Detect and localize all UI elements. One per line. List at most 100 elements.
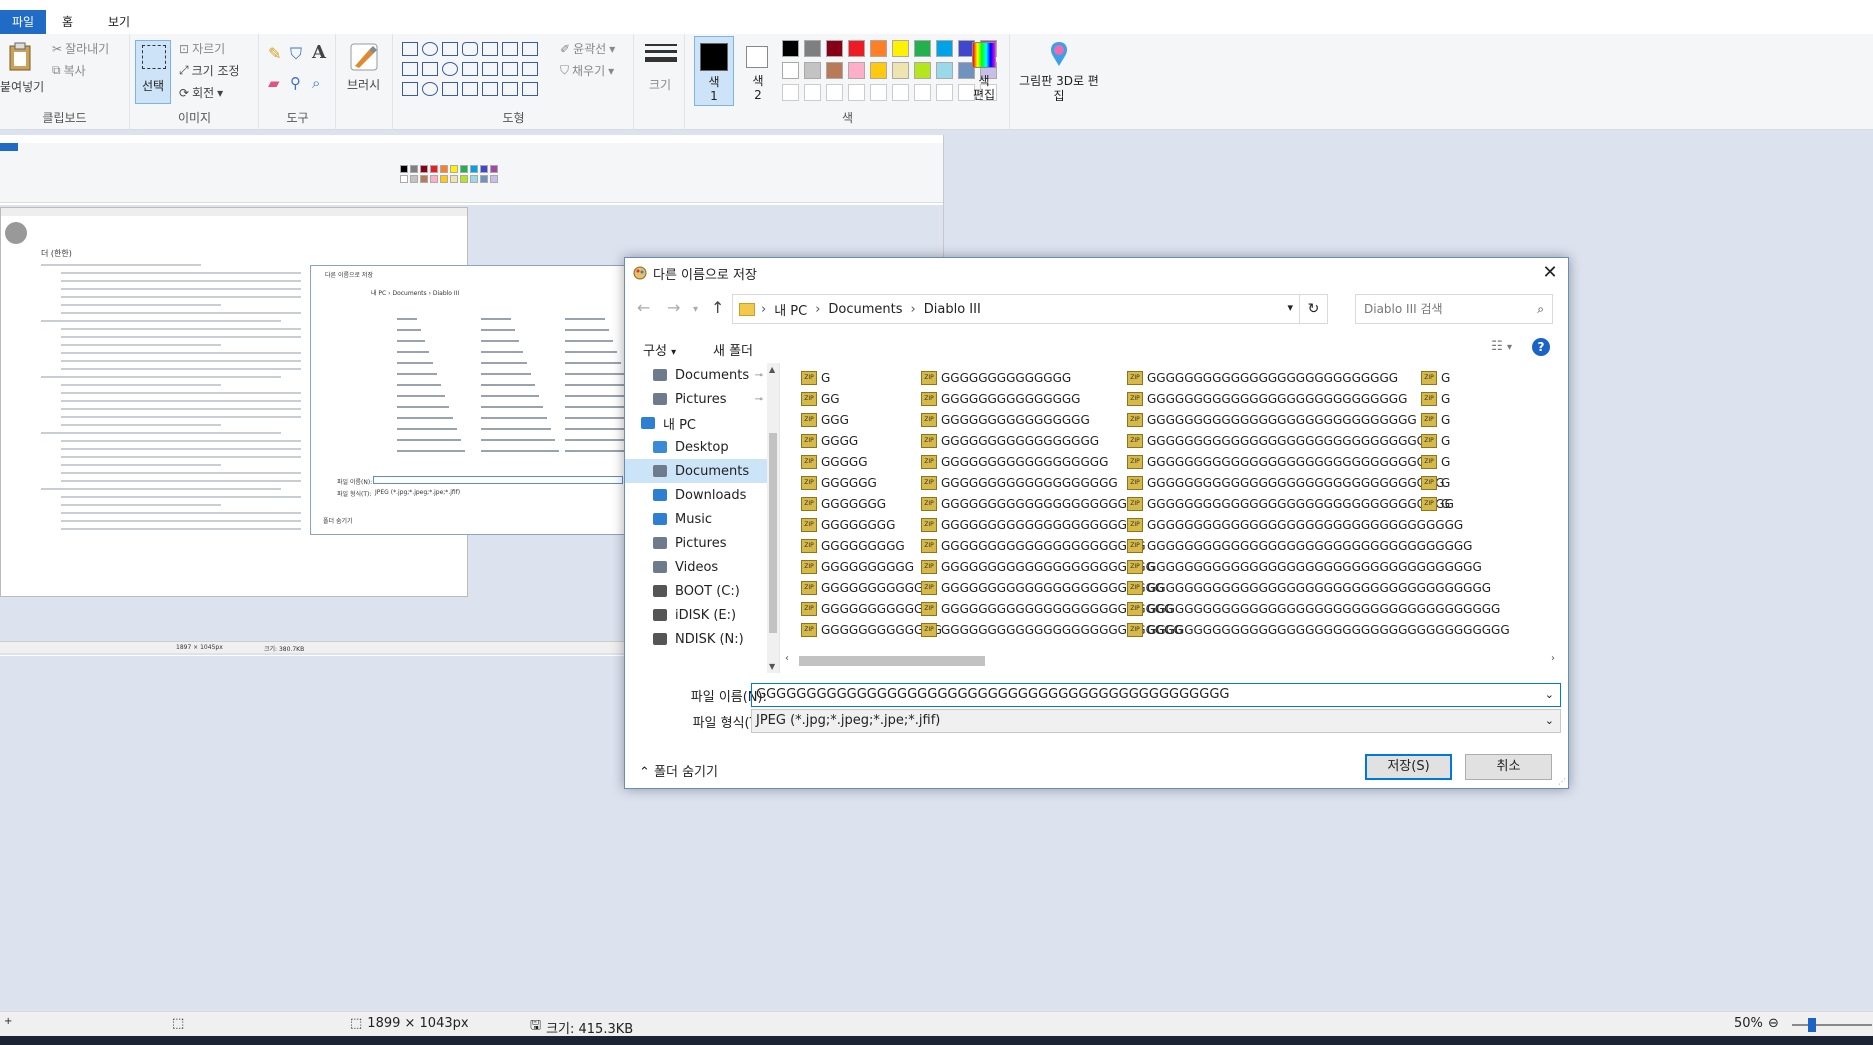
empty-color-swatch[interactable] [870,84,887,101]
file-item[interactable]: ZIP GG [801,388,840,409]
close-button[interactable]: ✕ [1538,261,1562,285]
address-bar[interactable]: › 내 PC › Documents › Diablo III ▾ ↻ [732,294,1328,324]
nav-item[interactable]: Music [625,507,773,531]
empty-color-swatch[interactable] [782,84,799,101]
empty-color-swatch[interactable] [892,84,909,101]
file-item[interactable]: ZIP GGGGGGGGGGGGGGGGGGG [921,472,1118,493]
shape-icon[interactable] [502,42,518,56]
empty-color-swatch[interactable] [848,84,865,101]
edit-colors-button[interactable]: 색 편집 [966,36,1002,106]
color-swatch[interactable] [804,62,821,79]
color-swatch[interactable] [914,62,931,79]
file-item[interactable]: ZIP G [1421,388,1450,409]
nav-item[interactable]: Pictures [625,531,773,555]
breadcrumb-diablo[interactable]: Diablo III [924,302,981,317]
file-item[interactable]: ZIP GGGGGGGGGGGGGGGGGGGGGGGGGGGGGGG [1127,451,1435,472]
pencil-icon[interactable]: ✎ [268,44,281,63]
rotate-button[interactable]: ⟳ 회전 ▾ [179,84,223,101]
file-item[interactable]: ZIP GGGG [801,430,858,451]
file-item[interactable]: ZIP GGGGGGGGGGGGGGGGGGGGGGGGGGGGGGGGGG [1127,514,1463,535]
shape-icon[interactable] [402,62,418,76]
empty-color-swatch[interactable] [826,84,843,101]
cut-button[interactable]: ✂ 잘라내기 [52,40,109,57]
shape-icon[interactable] [422,42,438,56]
crop-button[interactable]: ⊡ 자르기 [179,40,225,57]
file-item[interactable]: ZIP GGGGGG [801,472,877,493]
color1-button[interactable]: 색 1 [694,36,734,106]
file-item[interactable]: ZIP GGG [801,409,849,430]
text-icon[interactable]: A [312,42,326,63]
shape-icon[interactable] [462,42,478,56]
shape-icon[interactable] [522,62,538,76]
shape-icon[interactable] [402,82,418,96]
color-swatch[interactable] [936,40,953,57]
color-swatch[interactable] [826,40,843,57]
organize-button[interactable]: 구성 ▾ [643,340,676,359]
file-item[interactable]: ZIP GGGGGGGGGGGGGGGGG [921,430,1099,451]
tab-home[interactable]: 홈 [50,10,85,34]
shape-icon[interactable] [422,62,438,76]
shape-icon[interactable] [442,42,458,56]
file-item[interactable]: ZIP GGGGGGGGG [801,535,905,556]
select-button[interactable]: 선택 [135,40,171,104]
view-options-button[interactable]: ☷ ▾ [1491,339,1512,354]
filetype-select[interactable]: JPEG (*.jpg;*.jpeg;*.jpe;*.jfif) ⌄ [751,709,1561,733]
file-item[interactable]: ZIP GGGGGGGG [801,514,895,535]
color-swatch[interactable] [804,40,821,57]
resize-grip-icon[interactable]: ⋰ [1558,777,1566,786]
file-item[interactable]: ZIP GGGGGGGGGGGGGGG [921,388,1080,409]
paint3d-group[interactable]: 그림판 3D로 편집 [1011,34,1107,130]
scroll-right-icon[interactable]: › [1551,653,1555,664]
shape-icon[interactable] [482,62,498,76]
resize-button[interactable]: ⤢ 크기 조정 [179,62,240,79]
save-button[interactable]: 저장(S) [1365,754,1452,780]
shape-icon[interactable] [482,82,498,96]
chevron-down-icon[interactable]: ⌄ [1545,684,1554,706]
file-item[interactable]: ZIP GGGGGGGGGGGGGGGGGG [921,451,1108,472]
scroll-thumb[interactable] [799,656,985,666]
nav-item[interactable]: 내 PC [625,411,773,435]
file-item[interactable]: ZIP GGGGGGGGGGGGGGGGGGGGGGGGGGGGGGGG [1127,472,1445,493]
shape-icon[interactable] [522,42,538,56]
recent-button[interactable]: ▾ [693,304,698,315]
file-item[interactable]: ZIP GGGGGGGGGG [801,556,914,577]
color-swatch[interactable] [870,40,887,57]
outline-button[interactable]: ✐ 윤곽선 ▾ [560,40,615,57]
zoom-slider-thumb[interactable] [1808,1018,1816,1032]
file-item[interactable]: ZIP G [1421,367,1450,388]
color-swatch[interactable] [914,40,931,57]
fill-icon[interactable]: ⛉ [290,44,302,64]
nav-item[interactable]: Documents ⊸ [625,363,773,387]
nav-item[interactable]: Documents [625,459,773,483]
filename-input[interactable]: GGGGGGGGGGGGGGGGGGGGGGGGGGGGGGGGGGGGGGGG… [751,683,1561,707]
file-item[interactable]: ZIP G [1421,493,1450,514]
zoom-out-button[interactable]: ⊖ [1768,1016,1779,1031]
empty-color-swatch[interactable] [804,84,821,101]
file-item[interactable]: ZIP GGGGGGGGGGGGGGGGGGGGGGGGGGGGGGGGGGG [1127,535,1472,556]
color-swatch[interactable] [826,62,843,79]
shape-icon[interactable] [442,62,458,76]
color-swatch[interactable] [782,40,799,57]
file-item[interactable]: ZIP G [1421,472,1450,493]
file-item[interactable]: ZIP GGGGGGGGGGGGGGGGGGGGGGG [921,556,1155,577]
file-item[interactable]: ZIP G [801,367,830,388]
file-item[interactable]: ZIP GGGGGGGGGGGGGGGGGGGGGGGGGGG [1127,367,1398,388]
color-swatch[interactable] [936,62,953,79]
nav-item[interactable]: Pictures ⊸ [625,387,773,411]
file-item[interactable]: ZIP GGGGGGGGGGGGGGGGGGGGGGGGGGGGGGGGGGGG [1127,556,1482,577]
shape-icon[interactable] [502,62,518,76]
magnifier-icon[interactable]: ⌕ [312,74,320,92]
file-item[interactable]: ZIP GGGGGGGGGGGGGGGGGGGG [921,493,1127,514]
shape-icon[interactable] [482,42,498,56]
address-dropdown-icon[interactable]: ▾ [1287,301,1293,314]
refresh-icon[interactable]: ↻ [1299,295,1327,323]
cancel-button[interactable]: 취소 [1465,754,1552,780]
shape-icon[interactable] [402,42,418,56]
file-item[interactable]: ZIP GGGGGGGGGGGGGGGGGGGGGGGGGGGGGG [1127,430,1426,451]
size-group[interactable]: 크기 [635,34,685,130]
horizontal-scrollbar[interactable]: ‹ › [781,651,1561,669]
nav-item[interactable]: BOOT (C:) [625,579,773,603]
file-item[interactable]: ZIP GGGGGGGGGGGGGG [921,367,1071,388]
nav-item[interactable]: iDISK (E:) [625,603,773,627]
color-picker-icon[interactable]: ⚲ [290,74,301,92]
